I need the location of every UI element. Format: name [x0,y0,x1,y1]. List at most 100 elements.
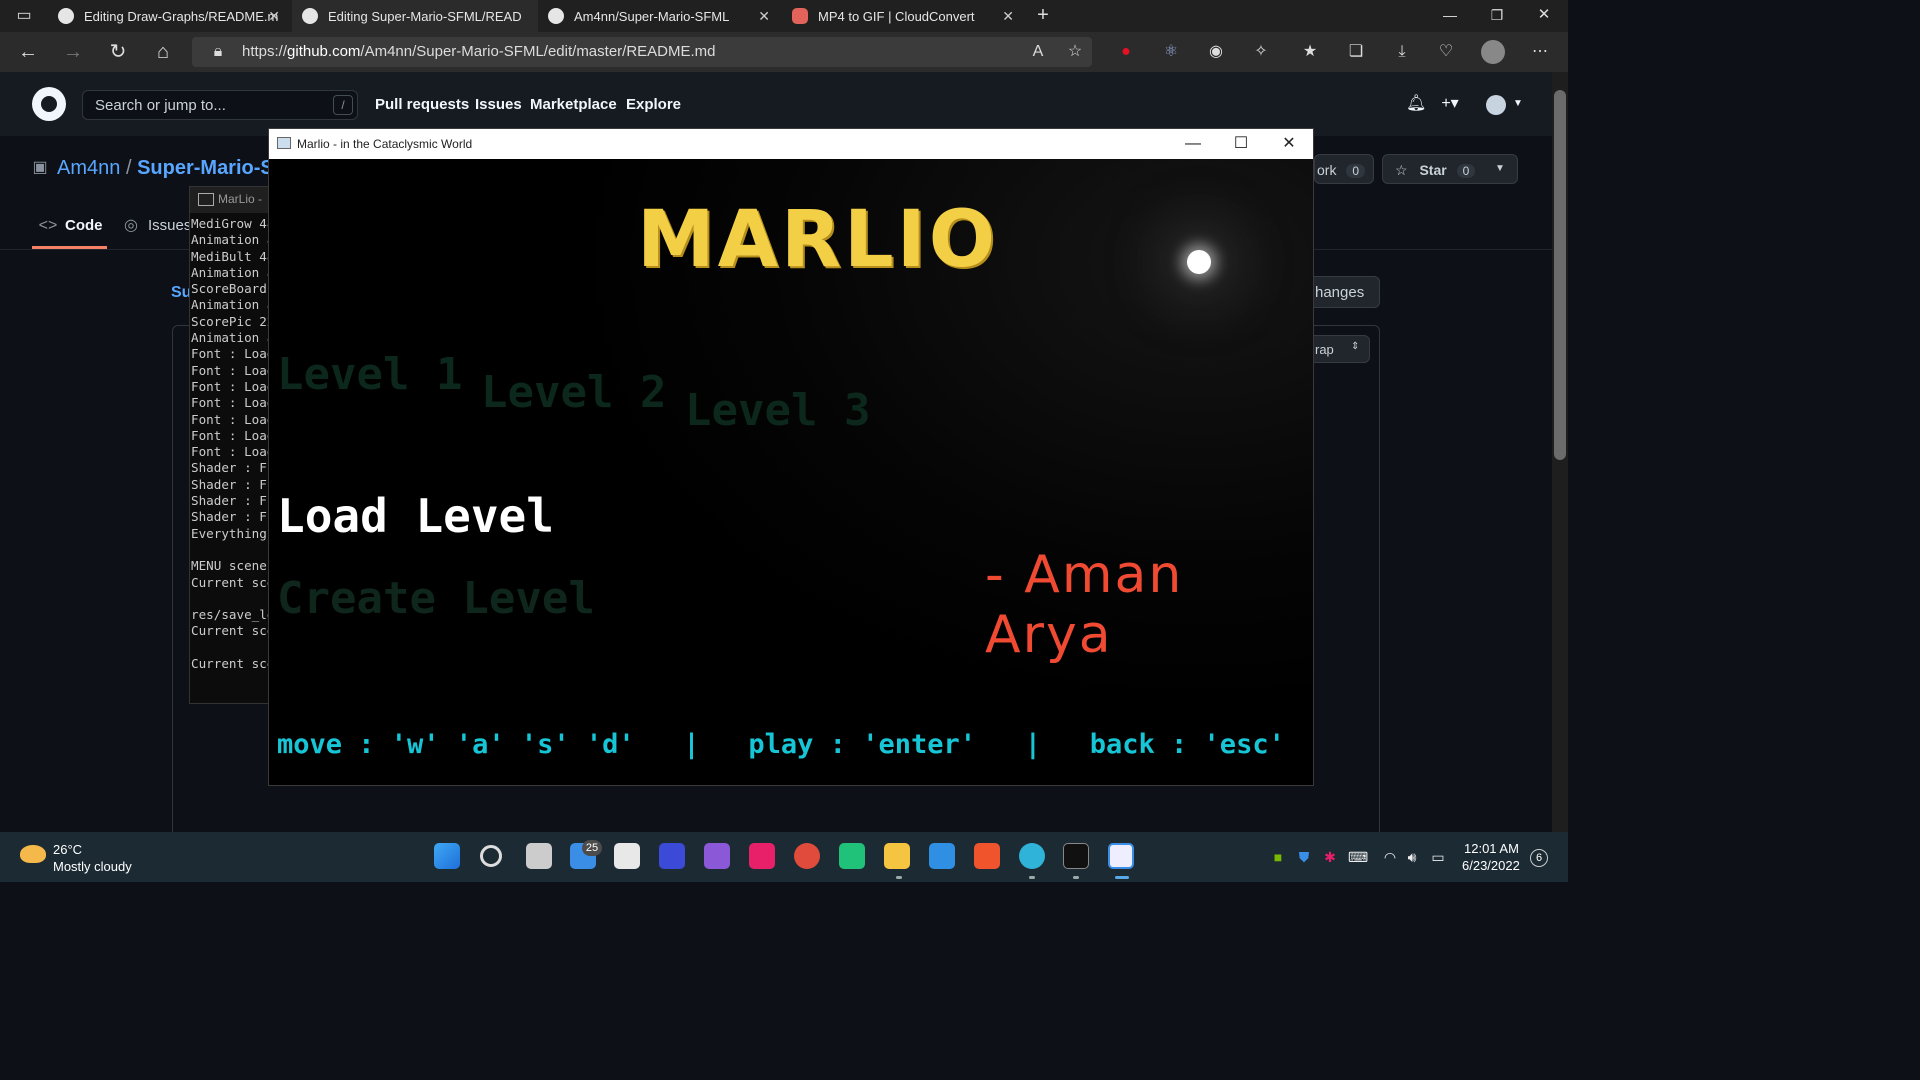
clock-date[interactable]: 6/23/2022 [1462,858,1520,873]
create-level-option[interactable]: Create Level [277,573,595,624]
browser-tab-active[interactable]: Editing Super-Mario-SFML/READ [292,0,538,32]
minimize-icon[interactable]: — [1438,3,1462,27]
close-tab-icon[interactable]: ✕ [268,8,280,25]
battery-icon[interactable]: ▭ [1430,849,1446,865]
brave-icon[interactable] [974,843,1000,869]
browser-tab[interactable]: Am4nn/Super-Mario-SFML ✕ [538,0,780,32]
chevron-down-icon[interactable]: ▼ [1508,94,1528,114]
wifi-icon[interactable]: ◠ [1382,849,1398,865]
level-3-option[interactable]: Level 3 [685,385,870,436]
chevron-down-icon[interactable]: ▼ [1495,163,1505,174]
console-line: Shader : Fr [191,493,275,509]
tab-label: Editing Draw-Graphs/README.m [84,8,279,24]
lock-icon[interactable]: 🔒︎ [208,42,228,62]
app-icon [277,137,291,149]
edge-icon[interactable] [1019,843,1045,869]
browser-tab[interactable]: Editing Draw-Graphs/README.m ✕ [48,0,290,32]
search-icon[interactable] [480,845,502,867]
new-tab-icon[interactable]: + [1031,3,1055,27]
github-logo-icon[interactable] [32,87,66,121]
close-window-icon[interactable]: ✕ [1532,3,1556,27]
tab-issues[interactable]: Issues [148,217,191,234]
store-icon[interactable] [614,843,640,869]
terminal-icon[interactable] [1063,843,1089,869]
intellij-icon[interactable] [749,843,775,869]
user-avatar[interactable] [1486,95,1506,115]
weather-description[interactable]: Mostly cloudy [53,859,132,874]
close-tab-icon[interactable]: ✕ [758,8,770,25]
restore-icon[interactable]: ❐ [1485,3,1509,27]
star-button[interactable]: ☆ Star 0 ▼ [1382,154,1518,184]
fork-button[interactable]: ork 0 [1314,154,1374,184]
file-explorer-icon[interactable] [884,843,910,869]
url-text[interactable]: https://github.com/Am4nn/Super-Mario-SFM… [242,43,716,60]
game-window-title-bar[interactable]: Marlio - in the Cataclysmic World — ☐ ✕ [269,129,1313,159]
nav-pull-requests[interactable]: Pull requests [375,96,469,113]
home-icon[interactable]: ⌂ [151,40,175,64]
console-icon [198,193,214,206]
tab-code[interactable]: Code [65,217,103,234]
game-window[interactable]: Marlio - in the Cataclysmic World — ☐ ✕ … [268,128,1314,786]
repo-icon: ▣ [32,159,48,176]
level-2-option[interactable]: Level 2 [481,367,666,418]
profile-avatar[interactable] [1481,40,1505,64]
console-line: Animation a [191,330,275,346]
vscode-icon[interactable] [929,843,955,869]
more-menu-icon[interactable]: ⋯ [1530,42,1550,62]
nav-explore[interactable]: Explore [626,96,681,113]
extensions-icon[interactable]: ✧ [1251,42,1271,62]
keyboard-tray-icon[interactable]: ⌨ [1348,849,1368,865]
back-icon[interactable]: ← [16,40,40,64]
minimize-icon[interactable]: — [1170,132,1216,156]
notification-count[interactable]: 6 [1530,849,1548,867]
console-line: ScoreBoard [191,281,275,297]
add-favorite-icon[interactable]: ☆ [1065,42,1085,62]
load-level-option[interactable]: Load Level [277,489,554,543]
maximize-icon[interactable]: ☐ [1218,132,1264,156]
level-1-option[interactable]: Level 1 [277,349,462,400]
game-window-title: Marlio - in the Cataclysmic World [297,137,473,151]
react-extension-icon[interactable]: ⚛ [1161,42,1181,62]
search-input[interactable]: Search or jump to... [82,90,358,120]
chrome-icon[interactable] [794,843,820,869]
repo-title: Am4nn / Super-Mario-S [57,157,274,180]
issues-icon: ◎ [124,217,138,234]
collections-icon[interactable]: ❏ [1346,42,1366,62]
adblock-extension-icon[interactable]: ● [1116,42,1136,62]
cloudconvert-favicon-icon [792,8,808,24]
create-new-icon[interactable]: +▾ [1440,94,1460,114]
game-app-icon[interactable] [1108,843,1134,869]
glowing-orb [1187,250,1211,274]
weather-cloudy-icon[interactable] [20,845,46,863]
read-aloud-icon[interactable]: A [1028,42,1048,62]
browser-tab[interactable]: MP4 to GIF | CloudConvert ✕ [782,0,1024,32]
close-window-icon[interactable]: ✕ [1266,132,1312,156]
downloads-icon[interactable]: ⤓ [1392,42,1412,62]
tab-actions-icon[interactable]: ▭ [12,4,36,28]
clion-icon[interactable] [839,843,865,869]
nav-marketplace[interactable]: Marketplace [530,96,617,113]
game-canvas[interactable]: MARLIO Level 1 Level 2 Level 3 Load Leve… [269,159,1313,785]
visual-studio-icon[interactable] [704,843,730,869]
forward-icon[interactable]: → [61,40,85,64]
notifications-bell-icon[interactable]: 🔔︎ [1406,94,1426,114]
start-icon[interactable] [434,843,460,869]
nvidia-tray-icon[interactable]: ■ [1270,849,1286,865]
security-tray-icon[interactable]: ⛊ [1296,849,1312,865]
volume-icon[interactable]: 🔊︎ [1404,849,1420,865]
repo-owner-link[interactable]: Am4nn [57,157,120,179]
media-extension-icon[interactable]: ◉ [1206,42,1226,62]
heart-icon[interactable]: ♡ [1436,42,1456,62]
scrollbar-thumb[interactable] [1554,90,1566,460]
refresh-icon[interactable]: ↻ [106,40,130,64]
clock-time[interactable]: 12:01 AM [1464,841,1519,856]
nav-issues[interactable]: Issues [475,96,522,113]
repo-name-link[interactable]: Super-Mario-S [137,157,274,179]
app-tray-icon[interactable]: ✱ [1322,849,1338,865]
favorites-icon[interactable]: ★ [1300,42,1320,62]
task-view-icon[interactable] [526,843,552,869]
weather-temperature[interactable]: 26°C [53,842,82,857]
console-line: MediGrow 48 [191,216,275,231]
close-tab-icon[interactable]: ✕ [1002,8,1014,25]
mathway-icon[interactable] [659,843,685,869]
